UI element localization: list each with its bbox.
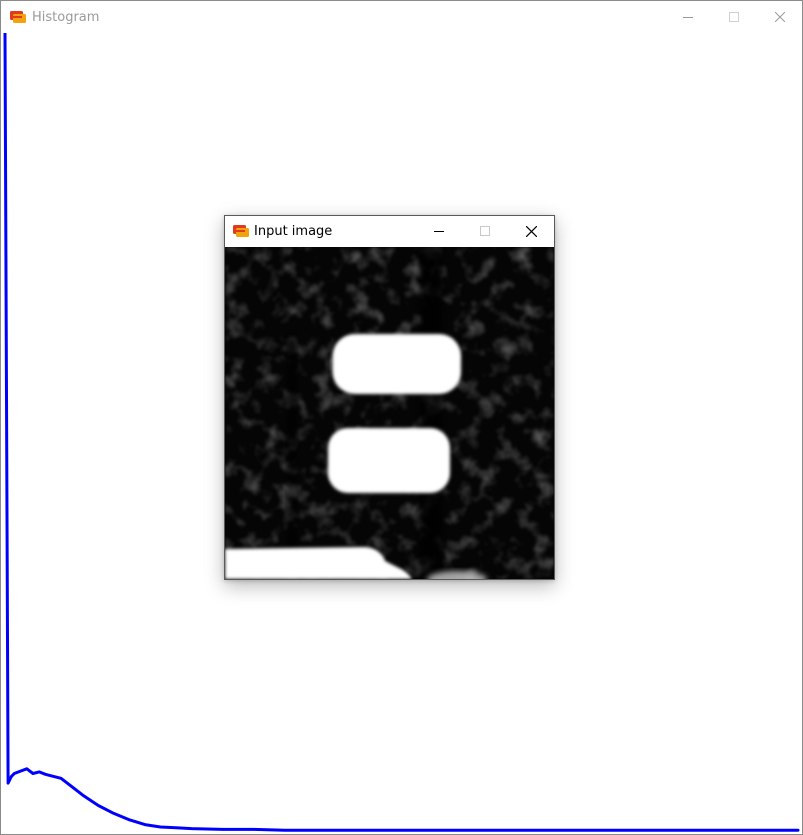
close-button[interactable] <box>757 1 803 33</box>
close-button[interactable] <box>508 216 554 246</box>
minimize-button[interactable] <box>665 1 711 33</box>
histogram-titlebar[interactable]: Histogram <box>1 1 802 33</box>
window-title: Input image <box>254 224 333 239</box>
maximize-icon <box>480 226 490 236</box>
app-icon <box>233 225 249 237</box>
input-image-window: Input image <box>224 215 555 580</box>
maximize-icon <box>729 12 739 22</box>
maximize-button[interactable] <box>711 1 757 33</box>
app-icon <box>10 11 26 23</box>
close-icon <box>775 12 785 22</box>
minimize-icon <box>434 231 444 232</box>
window-title: Histogram <box>32 10 100 25</box>
input-image-canvas <box>225 247 554 579</box>
close-icon <box>525 225 537 237</box>
minimize-icon <box>683 17 693 18</box>
maximize-button[interactable] <box>462 216 508 246</box>
grayscale-blob-image <box>225 247 554 579</box>
input-image-titlebar[interactable]: Input image <box>225 216 554 246</box>
minimize-button[interactable] <box>416 216 462 246</box>
